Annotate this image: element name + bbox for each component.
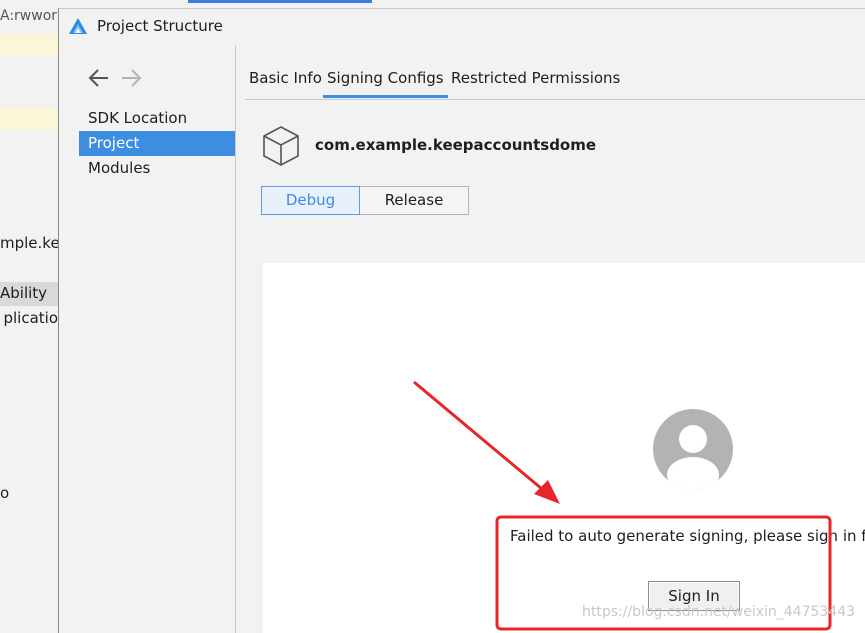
cube-icon xyxy=(263,126,299,166)
tab-basic-info[interactable]: Basic Info xyxy=(249,67,322,98)
background-tree-item: plicatio xyxy=(3,309,58,327)
signing-error-message: Failed to auto generate signing, please … xyxy=(510,527,865,545)
dialog-titlebar: Project Structure xyxy=(59,9,865,45)
tab-restricted-permissions[interactable]: Restricted Permissions xyxy=(451,67,620,98)
signing-panel: Failed to auto generate signing, please … xyxy=(263,263,865,633)
app-logo-icon xyxy=(69,18,87,34)
watermark: https://blog.csdn.net/weixin_44753443 xyxy=(582,604,856,620)
build-type-release[interactable]: Release xyxy=(360,186,469,215)
background-tree-item: Ability xyxy=(0,284,48,302)
background-highlight-line xyxy=(0,108,58,130)
project-structure-dialog: Project Structure SDK Location Project M… xyxy=(58,8,865,633)
sidebar-item-modules[interactable]: Modules xyxy=(79,156,235,181)
sidebar-item-project[interactable]: Project xyxy=(79,131,235,156)
sidebar-item-sdk-location[interactable]: SDK Location xyxy=(79,106,235,131)
arrow-left-icon[interactable] xyxy=(87,67,111,89)
build-type-debug[interactable]: Debug xyxy=(261,186,360,215)
background-tab: A:rwwork xyxy=(0,8,58,24)
tab-signing-configs[interactable]: Signing Configs xyxy=(323,67,448,98)
background-tree-item: o xyxy=(0,484,10,502)
arrow-right-icon[interactable] xyxy=(119,67,143,89)
sidebar: SDK Location Project Modules xyxy=(59,45,236,633)
background-tab-indicator xyxy=(188,0,372,3)
tab-bar: Basic Info Signing Configs Restricted Pe… xyxy=(245,67,865,100)
main-panel: Basic Info Signing Configs Restricted Pe… xyxy=(245,45,865,633)
background-highlight-line xyxy=(0,34,58,56)
user-avatar-icon xyxy=(653,409,733,489)
module-name: com.example.keepaccountsdome xyxy=(315,136,597,154)
background-code-line: mple.kee xyxy=(0,234,58,252)
dialog-title: Project Structure xyxy=(97,17,223,35)
